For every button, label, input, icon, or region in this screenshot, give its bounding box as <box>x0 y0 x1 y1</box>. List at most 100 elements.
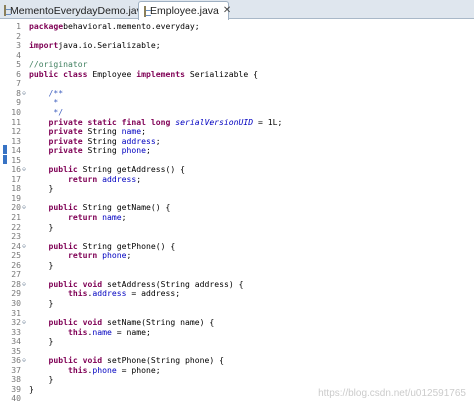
token: = phone; <box>116 364 161 375</box>
token-kw: public void <box>48 278 103 289</box>
code-text: public class Employee implements Seriali… <box>29 68 259 80</box>
code-line[interactable]: 3 importjava.io.Serializable; <box>0 40 474 51</box>
token-fld: name <box>92 326 112 337</box>
token: = 1L; <box>253 116 283 127</box>
code-line[interactable]: 14 private String phone; <box>0 145 474 156</box>
token-kw: this <box>67 288 88 299</box>
code-text: } <box>29 259 54 271</box>
java-file-icon <box>144 5 151 17</box>
code-text: importjava.io.Serializable; <box>29 40 161 51</box>
token: Serializable { <box>184 68 259 79</box>
code-line[interactable]: 18 } <box>0 184 474 194</box>
token: ) { <box>228 278 244 289</box>
code-text: } <box>29 297 54 309</box>
token-kw: return <box>67 212 98 222</box>
code-line[interactable]: 17 return address; <box>0 173 474 185</box>
tab-label: Employee.java <box>150 5 219 17</box>
token: String <box>82 135 122 146</box>
fold-toggle-icon[interactable]: ⊖ <box>21 356 27 366</box>
token: ; <box>155 135 161 146</box>
code-text: } <box>29 383 34 395</box>
token: = address; <box>126 288 181 299</box>
token: String getName() { <box>77 202 171 213</box>
code-line[interactable]: 33 this.name = name; <box>0 326 474 338</box>
watermark: https://blog.csdn.net/u012591765 <box>318 388 466 399</box>
code-line[interactable]: 38 } <box>0 375 474 385</box>
fold-toggle-icon[interactable]: ⊖ <box>21 280 27 290</box>
token-jd: /** <box>48 87 64 98</box>
code-line[interactable]: 37 this.phone = phone; <box>0 364 474 376</box>
code-line[interactable]: 30 } <box>0 297 474 309</box>
token: Employee <box>87 68 137 79</box>
fold-toggle-icon[interactable]: ⊖ <box>21 242 27 252</box>
code-line[interactable]: 6 public class Employee implements Serial… <box>0 68 474 80</box>
code-line[interactable]: 9 * <box>0 98 474 108</box>
token: String <box>82 145 122 156</box>
token-fld: name <box>102 212 122 222</box>
code-text: packagebehavioral.memento.everyday; <box>29 21 200 32</box>
token-kw: public <box>48 164 78 175</box>
fold-toggle-icon[interactable]: ⊖ <box>21 203 27 213</box>
token-kw: public <box>48 202 78 213</box>
token: } <box>29 383 34 394</box>
code-line[interactable]: 8 ⊖ /** <box>0 87 474 99</box>
token: } <box>29 221 54 232</box>
tab-employee[interactable]: Employee.java ✕ <box>138 1 231 20</box>
code-line[interactable]: 26 } <box>0 259 474 271</box>
close-icon[interactable]: ✕ <box>223 6 231 16</box>
token: String getAddress() { <box>77 164 185 175</box>
code-line[interactable]: 21 return name; <box>0 212 474 223</box>
token: = name; <box>111 326 151 337</box>
token-jd: */ <box>53 106 64 117</box>
fold-toggle-icon[interactable]: ⊖ <box>21 89 27 99</box>
token-kw: public <box>48 240 78 251</box>
token: ) { <box>209 355 224 366</box>
token: } <box>29 297 54 308</box>
token-kw: public void <box>48 317 103 328</box>
token-it: serialVersionUID <box>175 116 254 127</box>
token-cmt: //originator <box>29 59 88 70</box>
tab-label: MementoEverydayDemo.java <box>10 4 148 17</box>
line-number: 40 <box>11 393 21 403</box>
token: setPhone(String <box>102 355 185 366</box>
java-file-icon <box>4 5 11 16</box>
token: address <box>194 278 229 289</box>
token-kw: private <box>48 126 83 137</box>
token: } <box>29 183 54 194</box>
token: ; <box>121 212 127 222</box>
token: ) { <box>199 317 215 328</box>
code-line[interactable]: 25 return phone; <box>0 250 474 261</box>
token: } <box>29 374 54 385</box>
token: java.io.Serializable; <box>58 40 161 51</box>
fold-toggle-icon[interactable]: ⊖ <box>21 165 27 175</box>
token: } <box>29 259 54 270</box>
token-fld: phone <box>121 145 146 156</box>
editor-tab-bar: MementoEverydayDemo.java Employee.java ✕ <box>0 0 474 20</box>
tab-memento-everyday-demo[interactable]: MementoEverydayDemo.java <box>0 2 148 19</box>
code-text: private String phone; <box>29 145 151 156</box>
token-fld: address <box>102 173 137 184</box>
code-line[interactable]: 7 <box>0 79 474 89</box>
code-line[interactable]: 34 } <box>0 336 474 347</box>
fold-toggle-icon[interactable]: ⊖ <box>21 318 27 328</box>
code-text: } <box>29 336 53 347</box>
token-kw: private <box>48 135 83 146</box>
code-line[interactable]: 22 } <box>0 221 474 233</box>
token: setAddress(String <box>102 278 195 289</box>
code-line[interactable]: 29 this.address = address; <box>0 289 474 299</box>
code-editor[interactable]: 1 packagebehavioral.memento.everyday; 2 3 im… <box>0 20 474 403</box>
token-kw: package <box>29 21 64 31</box>
token: ; <box>136 173 142 184</box>
code-line[interactable]: 1 packagebehavioral.memento.everyday; <box>0 21 474 32</box>
